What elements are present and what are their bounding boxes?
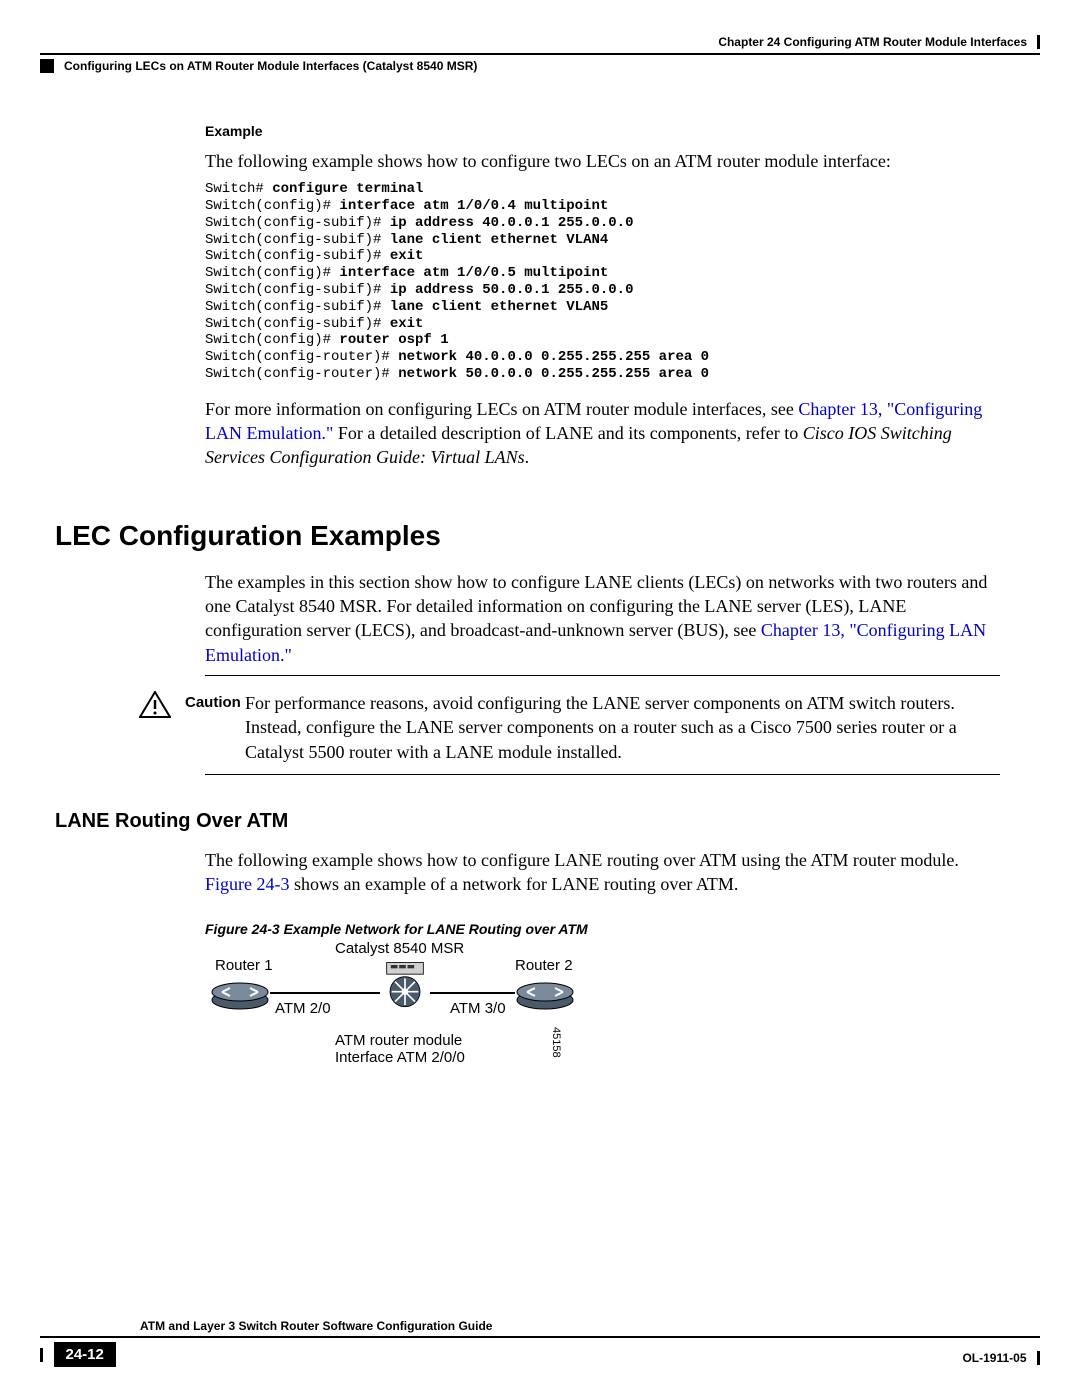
lec-heading: LEC Configuration Examples — [55, 520, 1000, 552]
lec-paragraph: The examples in this section show how to… — [205, 570, 1000, 667]
caution-box: Caution For performance reasons, avoid c… — [125, 691, 1000, 764]
header-marker-icon — [1037, 35, 1040, 49]
section-header: Configuring LECs on ATM Router Module In… — [64, 59, 477, 73]
figure-caption: Figure 24-3 Example Network for LANE Rou… — [205, 921, 1000, 937]
switch-label: Catalyst 8540 MSR — [335, 940, 464, 957]
doc-id: OL-1911-05 — [962, 1351, 1026, 1365]
caution-label: Caution — [185, 691, 245, 711]
network-diagram: Router 1 Catalyst 8540 MSR Router 2 — [205, 952, 605, 1082]
lane-paragraph: The following example shows how to confi… — [205, 848, 1000, 897]
footer-doc-title: ATM and Layer 3 Switch Router Software C… — [140, 1319, 1040, 1333]
page-number: 24-12 — [54, 1342, 116, 1367]
atm30-label: ATM 3/0 — [450, 1000, 506, 1017]
router1-label: Router 1 — [215, 957, 273, 974]
caution-text: For performance reasons, avoid configuri… — [245, 691, 1000, 764]
router-icon — [210, 980, 270, 1010]
router-icon — [515, 980, 575, 1010]
chapter-header: Chapter 24 Configuring ATM Router Module… — [718, 35, 1027, 49]
figure-link[interactable]: Figure 24-3 — [205, 874, 290, 894]
diagram-id: 45158 — [550, 1027, 562, 1058]
footer-marker-icon — [40, 1348, 43, 1362]
post-example-paragraph: For more information on configuring LECs… — [205, 397, 1000, 470]
header-square-icon — [40, 59, 54, 73]
router2-label: Router 2 — [515, 957, 573, 974]
lane-heading: LANE Routing Over ATM — [55, 810, 1040, 833]
switch-icon — [380, 960, 430, 1010]
module-label: ATM router module — [335, 1032, 462, 1049]
warning-icon — [139, 691, 171, 719]
atm20-label: ATM 2/0 — [275, 1000, 331, 1017]
footer-marker-icon — [1037, 1351, 1040, 1365]
code-block: Switch# configure terminal Switch(config… — [205, 181, 1000, 383]
example-intro: The following example shows how to confi… — [205, 149, 1000, 173]
example-label: Example — [205, 123, 1000, 139]
iface-label: Interface ATM 2/0/0 — [335, 1049, 465, 1066]
